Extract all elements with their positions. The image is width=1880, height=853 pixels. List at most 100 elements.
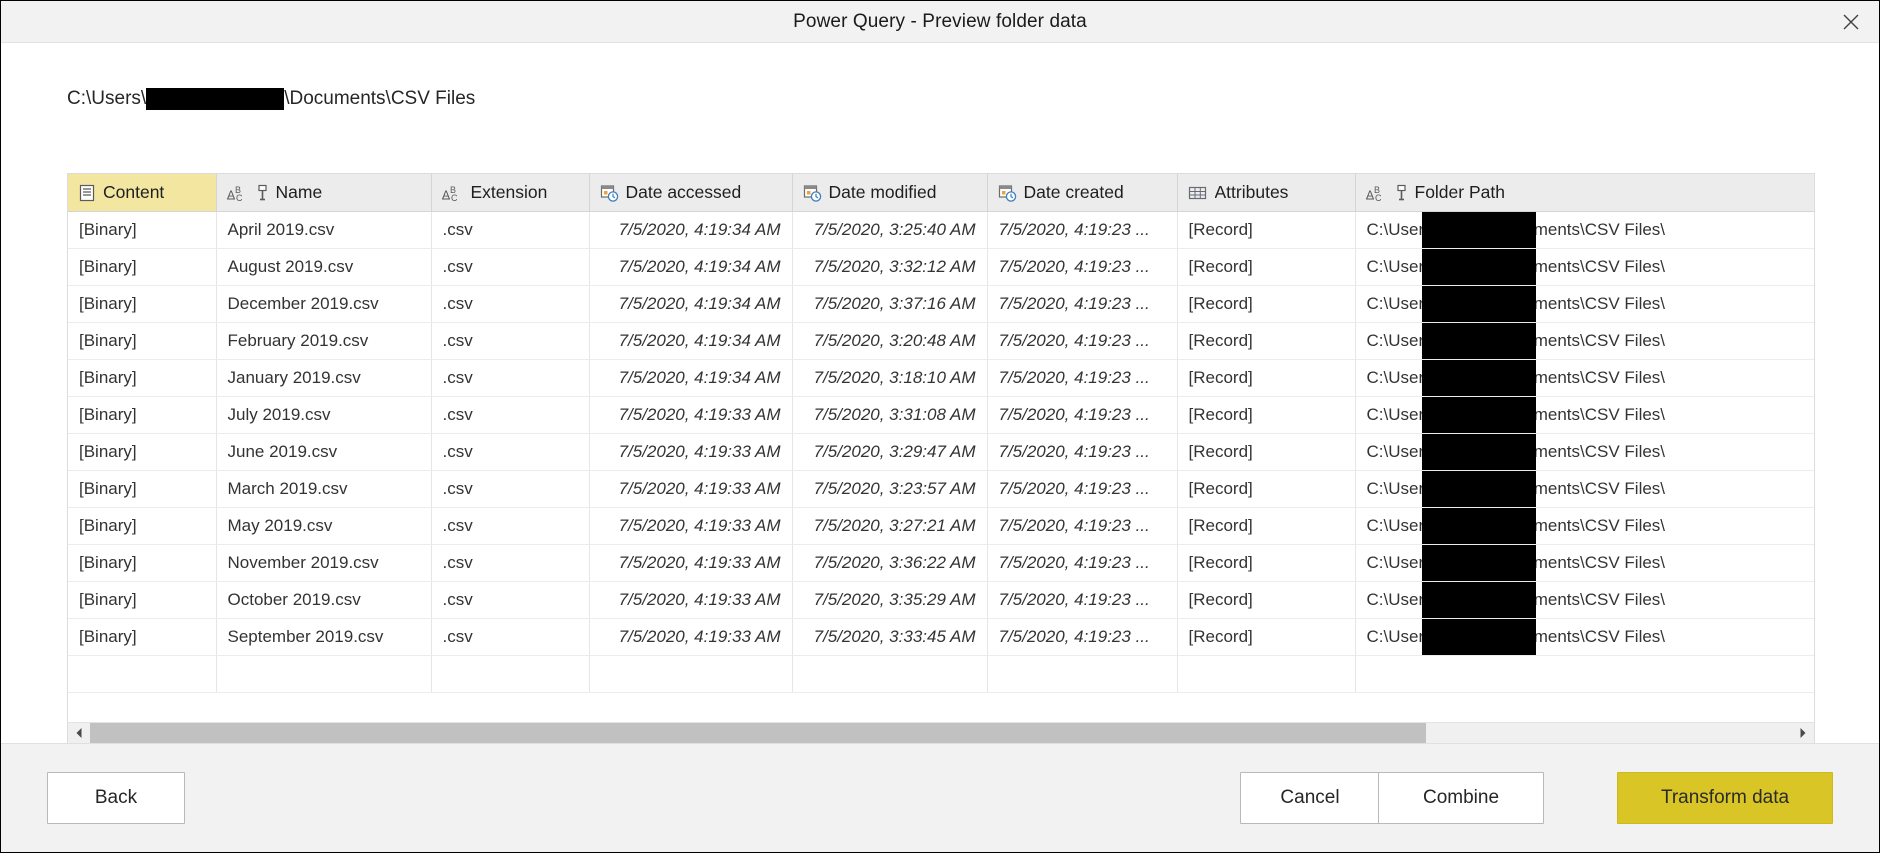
cell-content[interactable]: [Binary]	[68, 211, 217, 249]
cell-folder-path[interactable]: C:\Users\ Documents\CSV Files\	[1355, 581, 1814, 619]
cell-name[interactable]: April 2019.csv	[216, 211, 432, 249]
table-row[interactable]: [Binary] April 2019.csv .csv 7/5/2020, 4:19…	[68, 211, 1814, 249]
scroll-right-button[interactable]	[1792, 723, 1814, 745]
cell-date-accessed[interactable]: 7/5/2020, 4:19:34 AM	[589, 248, 793, 286]
cell-extension[interactable]: .csv	[431, 211, 590, 249]
cell-date-accessed[interactable]: 7/5/2020, 4:19:34 AM	[589, 285, 793, 323]
column-header-date-modified[interactable]: Date modified	[792, 174, 988, 212]
cell-date-modified[interactable]: 7/5/2020, 3:25:40 AM	[792, 211, 988, 249]
cell-attributes[interactable]: [Record]	[1177, 581, 1356, 619]
cell-name[interactable]: February 2019.csv	[216, 322, 432, 360]
cell-content[interactable]: [Binary]	[68, 248, 217, 286]
cell-date-accessed[interactable]: 7/5/2020, 4:19:34 AM	[589, 322, 793, 360]
table-row[interactable]: [Binary] December 2019.csv .csv 7/5/2020, 4…	[68, 285, 1814, 323]
cell-date-modified[interactable]: 7/5/2020, 3:18:10 AM	[792, 359, 988, 397]
filter-icon[interactable]	[256, 184, 269, 202]
cell-date-created[interactable]: 7/5/2020, 4:19:23 ...	[987, 248, 1178, 286]
cell-date-modified[interactable]: 7/5/2020, 3:23:57 AM	[792, 470, 988, 508]
cell-extension[interactable]: .csv	[431, 248, 590, 286]
cell-attributes[interactable]: [Record]	[1177, 507, 1356, 545]
cell-folder-path[interactable]: C:\Users\ Documents\CSV Files\	[1355, 285, 1814, 323]
cell-date-modified[interactable]: 7/5/2020, 3:36:22 AM	[792, 544, 988, 582]
cell-name[interactable]: November 2019.csv	[216, 544, 432, 582]
filter-icon[interactable]	[1395, 184, 1408, 202]
cell-date-created[interactable]: 7/5/2020, 4:19:23 ...	[987, 507, 1178, 545]
close-button[interactable]	[1823, 1, 1879, 42]
cell-extension[interactable]: .csv	[431, 470, 590, 508]
cell-folder-path[interactable]: C:\Users\ Documents\CSV Files\	[1355, 470, 1814, 508]
table-row[interactable]: [Binary] November 2019.csv .csv 7/5/2020, 4…	[68, 544, 1814, 582]
cell-folder-path[interactable]: C:\Users\ Documents\CSV Files\	[1355, 433, 1814, 471]
cell-name[interactable]: June 2019.csv	[216, 433, 432, 471]
cell-content[interactable]: [Binary]	[68, 618, 217, 656]
cell-date-created[interactable]: 7/5/2020, 4:19:23 ...	[987, 544, 1178, 582]
cell-content[interactable]: [Binary]	[68, 581, 217, 619]
cell-name[interactable]: July 2019.csv	[216, 396, 432, 434]
table-row[interactable]: [Binary] March 2019.csv .csv 7/5/2020, 4:19…	[68, 470, 1814, 508]
cell-date-accessed[interactable]: 7/5/2020, 4:19:33 AM	[589, 544, 793, 582]
cell-date-created[interactable]: 7/5/2020, 4:19:23 ...	[987, 359, 1178, 397]
table-row[interactable]: [Binary] May 2019.csv .csv 7/5/2020, 4:19:3…	[68, 507, 1814, 545]
cell-extension[interactable]: .csv	[431, 618, 590, 656]
cell-date-accessed[interactable]: 7/5/2020, 4:19:33 AM	[589, 618, 793, 656]
table-row[interactable]: [Binary] September 2019.csv .csv 7/5/2020, …	[68, 618, 1814, 656]
cell-content[interactable]: [Binary]	[68, 544, 217, 582]
cell-extension[interactable]: .csv	[431, 322, 590, 360]
cell-attributes[interactable]: [Record]	[1177, 322, 1356, 360]
cell-name[interactable]: October 2019.csv	[216, 581, 432, 619]
cell-date-modified[interactable]: 7/5/2020, 3:33:45 AM	[792, 618, 988, 656]
cell-content[interactable]: [Binary]	[68, 322, 217, 360]
cell-extension[interactable]: .csv	[431, 433, 590, 471]
cell-date-accessed[interactable]: 7/5/2020, 4:19:33 AM	[589, 470, 793, 508]
cell-folder-path[interactable]: C:\Users\ Documents\CSV Files\	[1355, 248, 1814, 286]
cell-date-accessed[interactable]: 7/5/2020, 4:19:34 AM	[589, 359, 793, 397]
cell-folder-path[interactable]: C:\Users\ Documents\CSV Files\	[1355, 322, 1814, 360]
cell-extension[interactable]: .csv	[431, 544, 590, 582]
cell-extension[interactable]: .csv	[431, 507, 590, 545]
column-header-folder-path[interactable]: A B C Folder Path	[1355, 174, 1814, 212]
column-header-date-created[interactable]: Date created	[987, 174, 1178, 212]
cell-date-modified[interactable]: 7/5/2020, 3:37:16 AM	[792, 285, 988, 323]
cell-content[interactable]: [Binary]	[68, 433, 217, 471]
cell-date-created[interactable]: 7/5/2020, 4:19:23 ...	[987, 322, 1178, 360]
cell-date-created[interactable]: 7/5/2020, 4:19:23 ...	[987, 396, 1178, 434]
cell-folder-path[interactable]: C:\Users\ Documents\CSV Files\	[1355, 396, 1814, 434]
scrollbar-track[interactable]	[90, 723, 1792, 745]
cell-attributes[interactable]: [Record]	[1177, 470, 1356, 508]
cell-extension[interactable]: .csv	[431, 285, 590, 323]
cell-attributes[interactable]: [Record]	[1177, 211, 1356, 249]
table-row[interactable]: [Binary] July 2019.csv .csv 7/5/2020, 4:19:…	[68, 396, 1814, 434]
cell-date-created[interactable]: 7/5/2020, 4:19:23 ...	[987, 211, 1178, 249]
cell-name[interactable]: March 2019.csv	[216, 470, 432, 508]
cell-attributes[interactable]: [Record]	[1177, 618, 1356, 656]
cell-date-created[interactable]: 7/5/2020, 4:19:23 ...	[987, 285, 1178, 323]
table-row[interactable]: [Binary] January 2019.csv .csv 7/5/2020, 4:…	[68, 359, 1814, 397]
cell-content[interactable]: [Binary]	[68, 285, 217, 323]
cell-content[interactable]: [Binary]	[68, 359, 217, 397]
cell-folder-path[interactable]: C:\Users\ Documents\CSV Files\	[1355, 507, 1814, 545]
table-row[interactable]: [Binary] October 2019.csv .csv 7/5/2020, 4:…	[68, 581, 1814, 619]
cell-folder-path[interactable]: C:\Users\ Documents\CSV Files\	[1355, 618, 1814, 656]
column-header-name[interactable]: A B C Name	[216, 174, 432, 212]
cell-date-created[interactable]: 7/5/2020, 4:19:23 ...	[987, 433, 1178, 471]
transform-data-button[interactable]: Transform data	[1617, 772, 1833, 824]
horizontal-scrollbar[interactable]	[68, 722, 1814, 745]
cell-name[interactable]: May 2019.csv	[216, 507, 432, 545]
cell-folder-path[interactable]: C:\Users\ Documents\CSV Files\	[1355, 359, 1814, 397]
cell-date-modified[interactable]: 7/5/2020, 3:31:08 AM	[792, 396, 988, 434]
back-button[interactable]: Back	[47, 772, 185, 824]
column-header-attributes[interactable]: Attributes	[1177, 174, 1356, 212]
cell-attributes[interactable]: [Record]	[1177, 285, 1356, 323]
cell-name[interactable]: December 2019.csv	[216, 285, 432, 323]
cancel-button[interactable]: Cancel	[1240, 772, 1380, 824]
cell-content[interactable]: [Binary]	[68, 507, 217, 545]
cell-attributes[interactable]: [Record]	[1177, 396, 1356, 434]
cell-date-accessed[interactable]: 7/5/2020, 4:19:34 AM	[589, 211, 793, 249]
cell-name[interactable]: September 2019.csv	[216, 618, 432, 656]
cell-name[interactable]: January 2019.csv	[216, 359, 432, 397]
combine-button[interactable]: Combine	[1378, 772, 1544, 824]
cell-date-accessed[interactable]: 7/5/2020, 4:19:33 AM	[589, 396, 793, 434]
cell-folder-path[interactable]: C:\Users\ Documents\CSV Files\	[1355, 211, 1814, 249]
cell-folder-path[interactable]: C:\Users\ Documents\CSV Files\	[1355, 544, 1814, 582]
cell-date-modified[interactable]: 7/5/2020, 3:29:47 AM	[792, 433, 988, 471]
